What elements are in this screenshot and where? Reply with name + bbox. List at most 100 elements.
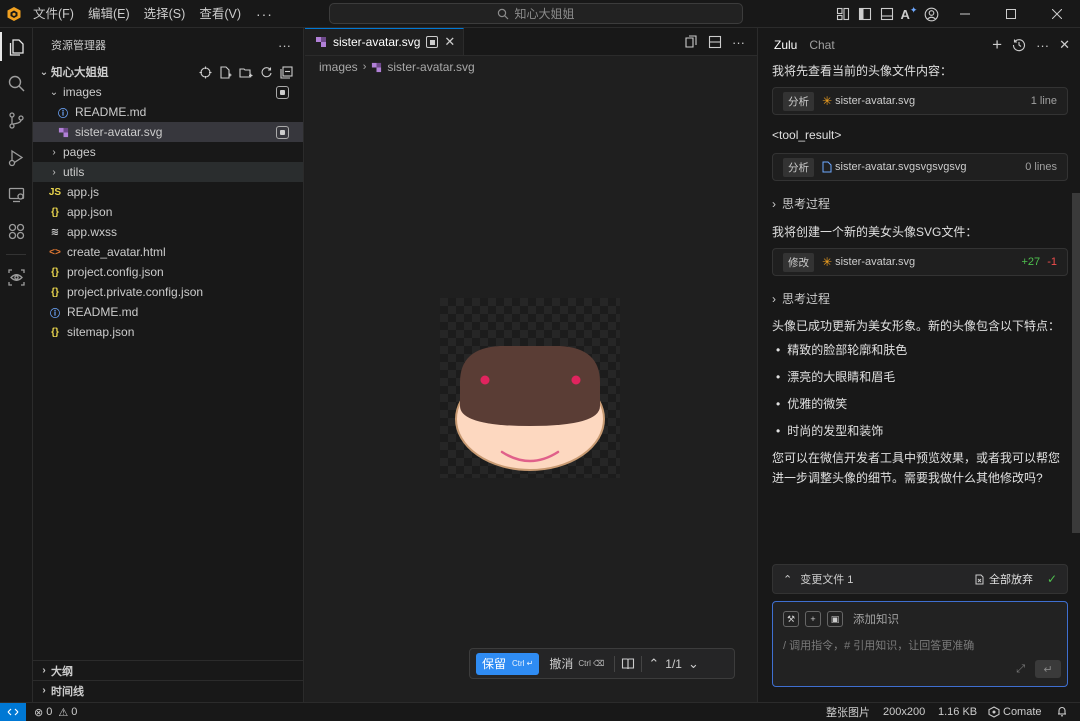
- new-folder-icon[interactable]: [239, 66, 253, 79]
- new-file-icon[interactable]: [219, 65, 232, 79]
- breadcrumb-file[interactable]: sister-avatar.svg: [387, 60, 474, 74]
- tab-zulu[interactable]: Zulu: [774, 38, 797, 52]
- tree-file[interactable]: ⓘ README.md: [33, 302, 303, 322]
- asterisk-file-icon: ✳: [822, 255, 833, 269]
- tree-item-label: sitemap.json: [67, 325, 135, 339]
- chevron-down-icon: ⌄: [39, 66, 49, 78]
- breadcrumb: images › sister-avatar.svg: [305, 56, 757, 78]
- workspace-root[interactable]: ⌄ 知心大姐姐: [33, 62, 303, 82]
- tree-item-label: project.private.config.json: [67, 285, 204, 299]
- run-debug-icon[interactable]: [0, 139, 33, 176]
- tree-folder[interactable]: › pages: [33, 142, 303, 162]
- tools-icon[interactable]: ⚒: [783, 611, 799, 627]
- image-type-label[interactable]: 整张图片: [826, 704, 870, 720]
- extensions-icon[interactable]: [0, 213, 33, 250]
- split-editor-icon[interactable]: [708, 35, 722, 49]
- breadcrumb-folder[interactable]: images: [319, 60, 358, 74]
- menu-file[interactable]: 文件(F): [26, 0, 81, 28]
- tree-file[interactable]: JS app.js: [33, 182, 303, 202]
- tree-folder[interactable]: ⌄ images: [33, 82, 303, 102]
- image-upload-icon[interactable]: ▣: [827, 611, 843, 627]
- explorer-icon[interactable]: [0, 28, 33, 65]
- command-center-search[interactable]: 知心大姐姐: [329, 3, 743, 24]
- history-icon[interactable]: [1012, 38, 1026, 52]
- minimize-icon[interactable]: [942, 0, 988, 28]
- close-tab-icon[interactable]: ✕: [444, 34, 455, 50]
- composer-input[interactable]: / 调用指令，# 引用知识，让回答更准确: [773, 627, 1067, 653]
- menu-view[interactable]: 查看(V): [192, 0, 248, 28]
- chat-more-button[interactable]: ···: [1036, 38, 1049, 53]
- thinking-toggle[interactable]: › 思考过程: [772, 290, 1068, 307]
- chevron-down-icon[interactable]: ⌄: [688, 656, 699, 672]
- book-icon[interactable]: [621, 657, 635, 671]
- brand-status[interactable]: Comate: [988, 706, 1042, 718]
- account-icon[interactable]: [920, 0, 942, 28]
- menu-edit[interactable]: 编辑(E): [81, 0, 137, 28]
- chevron-up-icon[interactable]: ⌃: [648, 656, 659, 672]
- problems-indicator[interactable]: ⊗ 0 ⚠ 0: [34, 706, 77, 719]
- tree-file[interactable]: {} project.private.config.json: [33, 282, 303, 302]
- layout-customize-icon[interactable]: [832, 0, 854, 28]
- maximize-icon[interactable]: [988, 0, 1034, 28]
- close-panel-icon[interactable]: ✕: [1059, 37, 1070, 53]
- thinking-toggle[interactable]: › 思考过程: [772, 195, 1068, 212]
- add-context-icon[interactable]: +: [805, 611, 821, 627]
- tab-sister-avatar[interactable]: sister-avatar.svg ✕: [305, 28, 465, 55]
- refresh-icon[interactable]: [260, 66, 273, 79]
- bottom-sections: › 大纲 › 时间线: [33, 660, 304, 700]
- tree-file[interactable]: {} project.config.json: [33, 262, 303, 282]
- remote-indicator-icon[interactable]: [0, 702, 26, 721]
- file-card-modify[interactable]: 修改 ✳ sister-avatar.svg +27 -1: [772, 248, 1068, 276]
- tree-file[interactable]: {} sitemap.json: [33, 322, 303, 342]
- warning-count: 0: [71, 706, 78, 718]
- changed-files-label: 变更文件 1: [800, 574, 854, 586]
- toggle-panel-icon[interactable]: [876, 0, 898, 28]
- file-card-analyze[interactable]: 分析 ✳ sister-avatar.svg 1 line: [772, 87, 1068, 115]
- chat-scrollbar[interactable]: [1072, 193, 1080, 533]
- keep-button[interactable]: 保留 Ctrl ↵: [476, 652, 540, 675]
- status-badge: 修改: [783, 252, 814, 272]
- locate-file-icon[interactable]: [199, 66, 212, 79]
- search-icon[interactable]: [0, 65, 33, 102]
- tree-item-label: project.config.json: [67, 265, 164, 279]
- json-file-icon: {}: [51, 266, 59, 278]
- explorer-more-button[interactable]: ···: [278, 38, 291, 53]
- file-card-analyze[interactable]: 分析 sister-avatar.svgsvgsvgsvg 0 lines: [772, 153, 1068, 181]
- send-button[interactable]: ↵: [1035, 660, 1061, 678]
- tree-file[interactable]: ≋ app.wxss: [33, 222, 303, 242]
- discard-all-button[interactable]: 全部放弃: [974, 571, 1033, 587]
- menu-selection[interactable]: 选择(S): [137, 0, 193, 28]
- tree-file[interactable]: <> create_avatar.html: [33, 242, 303, 262]
- diff-stats: +27 -1: [1021, 256, 1057, 268]
- chat-header: Zulu Chat + ··· ✕: [758, 28, 1080, 62]
- tree-item-label: pages: [63, 145, 96, 159]
- expand-icon[interactable]: ⤢: [1016, 663, 1025, 676]
- tree-file[interactable]: sister-avatar.svg: [33, 122, 303, 142]
- accept-all-check-icon[interactable]: ✓: [1047, 572, 1057, 586]
- outline-section-header[interactable]: › 大纲: [33, 660, 304, 680]
- source-control-icon[interactable]: [0, 102, 33, 139]
- remote-icon[interactable]: [0, 176, 33, 213]
- new-chat-icon[interactable]: +: [992, 35, 1002, 55]
- timeline-section-header[interactable]: › 时间线: [33, 680, 304, 700]
- toggle-sidebar-icon[interactable]: [854, 0, 876, 28]
- add-knowledge-button[interactable]: 添加知识: [853, 611, 899, 627]
- bullet-dot: •: [776, 397, 781, 411]
- json-file-icon: {}: [51, 206, 59, 218]
- css-file-icon: ≋: [50, 226, 60, 238]
- tree-file[interactable]: ⓘ README.md: [33, 102, 303, 122]
- activity-bar: [0, 28, 33, 702]
- tree-file[interactable]: {} app.json: [33, 202, 303, 222]
- changed-files-bar[interactable]: ⌃ 变更文件 1 全部放弃 ✓: [772, 564, 1068, 594]
- menu-more[interactable]: ···: [248, 6, 281, 22]
- ai-assistant-icon[interactable]: A ✦: [898, 0, 920, 28]
- close-icon[interactable]: [1034, 0, 1080, 28]
- collapse-all-icon[interactable]: [280, 65, 293, 79]
- preview-eye-icon[interactable]: [0, 259, 33, 296]
- undo-button[interactable]: 撤消 Ctrl ⌫: [545, 653, 608, 675]
- tab-chat[interactable]: Chat: [809, 38, 834, 52]
- tree-folder[interactable]: › utils: [33, 162, 303, 182]
- editor-more-button[interactable]: ···: [732, 35, 745, 50]
- notifications-bell-icon[interactable]: [1056, 705, 1068, 720]
- open-changes-icon[interactable]: [684, 35, 698, 49]
